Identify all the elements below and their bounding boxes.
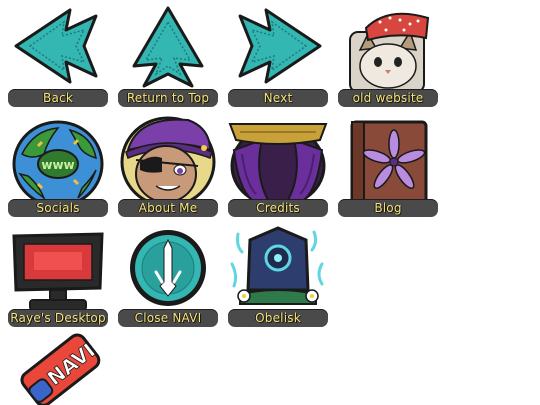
old-website-button[interactable]: old website xyxy=(338,4,438,114)
old-website-label: old website xyxy=(338,89,438,107)
arrow-right-icon xyxy=(228,4,328,96)
about-me-label: About Me xyxy=(118,199,218,217)
close-navi-label: Close NAVI xyxy=(118,309,218,327)
book-icon xyxy=(338,114,438,206)
socials-label: Socials xyxy=(8,199,108,217)
back-button[interactable]: Back xyxy=(8,4,108,114)
close-navi-icon xyxy=(118,224,218,316)
monitor-icon xyxy=(8,224,108,316)
navi-device-icon: NAVI xyxy=(20,333,101,405)
avatar-icon xyxy=(118,114,218,206)
rayes-desktop-label: Raye's Desktop xyxy=(8,309,108,327)
credits-button[interactable]: Credits xyxy=(228,114,328,224)
curtain-icon xyxy=(228,114,328,206)
next-button[interactable]: Next xyxy=(228,4,328,114)
arrow-left-icon xyxy=(8,4,108,96)
obelisk-label: Obelisk xyxy=(228,309,328,327)
arrow-up-icon xyxy=(118,4,218,96)
back-label: Back xyxy=(8,89,108,107)
blog-button[interactable]: Blog xyxy=(338,114,438,224)
globe-icon: www xyxy=(8,114,108,206)
blog-label: Blog xyxy=(338,199,438,217)
about-me-button[interactable]: About Me xyxy=(118,114,218,224)
obelisk-icon xyxy=(228,224,328,316)
credits-label: Credits xyxy=(228,199,328,217)
obelisk-button[interactable]: Obelisk xyxy=(228,224,328,334)
close-navi-button[interactable]: Close NAVI xyxy=(118,224,218,334)
cat-with-hat-icon xyxy=(338,4,438,96)
next-label: Next xyxy=(228,89,328,107)
socials-button[interactable]: www Socials xyxy=(8,114,108,224)
navi-device[interactable]: NAVI xyxy=(14,330,104,405)
rayes-desktop-button[interactable]: Raye's Desktop xyxy=(8,224,108,334)
svg-text:www: www xyxy=(41,158,74,172)
return-to-top-label: Return to Top xyxy=(118,89,218,107)
return-to-top-button[interactable]: Return to Top xyxy=(118,4,218,114)
